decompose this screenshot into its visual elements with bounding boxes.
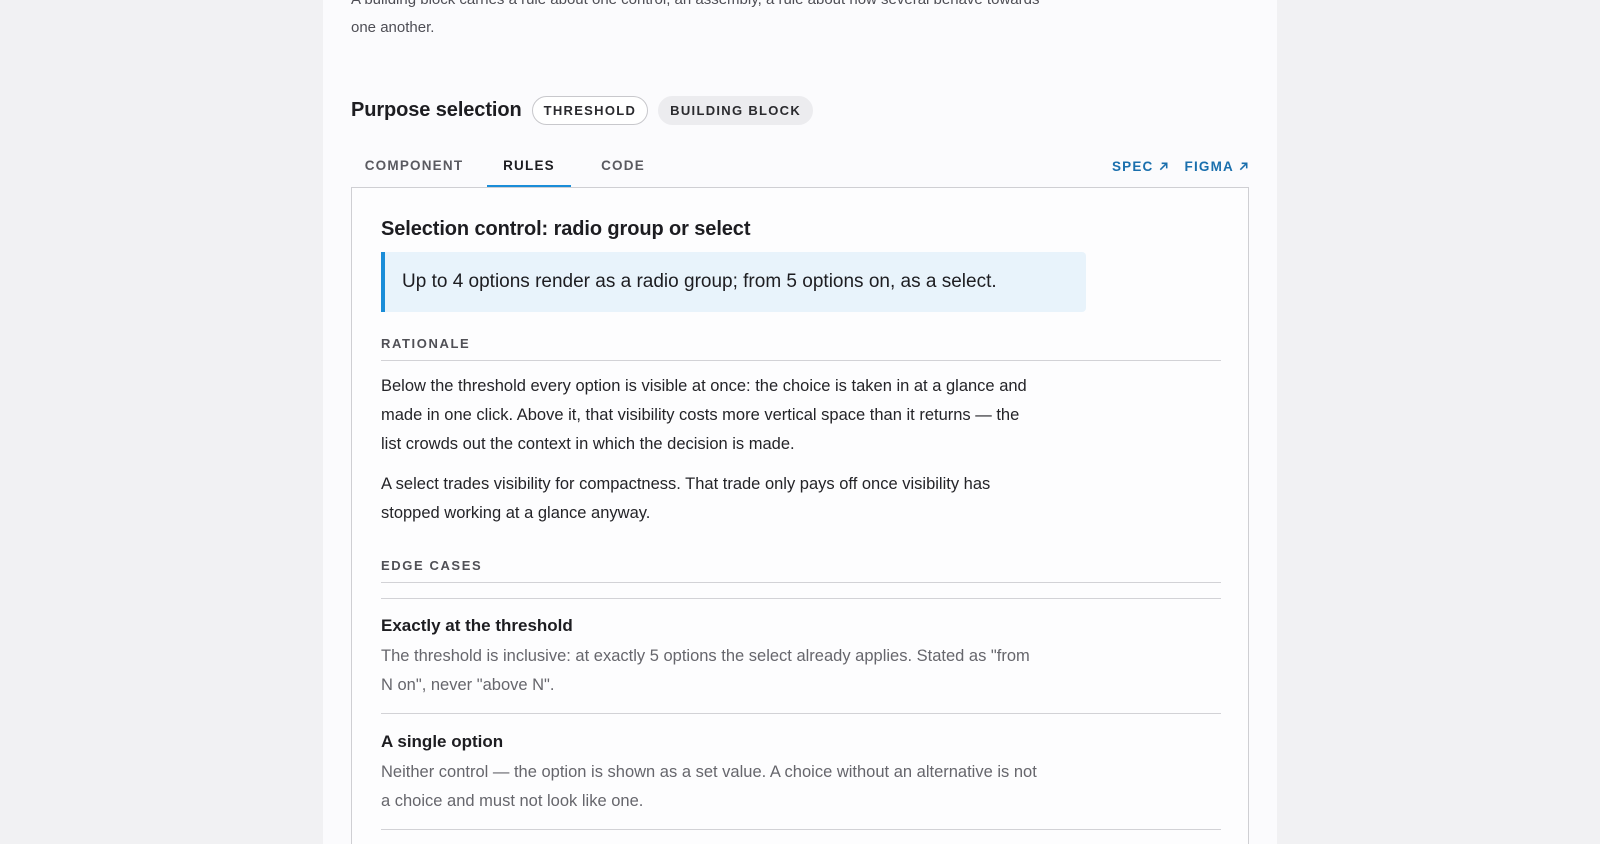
- intro-text: A building block carries a rule about on…: [351, 0, 1039, 36]
- rationale-paragraph-1: Below the threshold every option is visi…: [381, 377, 1027, 453]
- tag-building-block[interactable]: BUILDING BLOCK: [658, 95, 814, 125]
- tab-bar: COMPONENT RULES CODE SPEC FIGMA: [351, 150, 1249, 188]
- external-link-icon: [1159, 162, 1167, 170]
- rule-title: Selection control: radio group or select: [381, 218, 751, 240]
- rationale-heading: RATIONALE: [381, 336, 1221, 361]
- external-link-icon: [1239, 162, 1248, 170]
- divider: [381, 829, 1221, 830]
- tab-code[interactable]: CODE: [581, 150, 665, 188]
- edge-case-title: Exactly at the threshold: [381, 616, 573, 635]
- tab-component[interactable]: COMPONENT: [351, 150, 477, 188]
- figma-link[interactable]: FIGMA: [1185, 159, 1250, 174]
- spec-link[interactable]: SPEC: [1112, 159, 1169, 174]
- edge-case-title: A single option: [381, 732, 504, 751]
- edge-case-body: The threshold is inclusive: at exactly 5…: [381, 647, 1030, 694]
- rules-panel: Selection control: radio group or select…: [351, 187, 1249, 844]
- purpose-header: Purpose selection THRESHOLD BUILDING BLO…: [351, 94, 814, 126]
- divider: [381, 598, 1221, 599]
- rationale-paragraph-2: A select trades visibility for compactne…: [381, 475, 991, 522]
- tab-rules[interactable]: RULES: [487, 150, 571, 188]
- external-links: SPEC FIGMA: [1112, 150, 1249, 182]
- figma-link-label: FIGMA: [1184, 158, 1234, 174]
- divider: [381, 713, 1221, 714]
- edge-cases-heading: EDGE CASES: [381, 558, 1221, 583]
- rule-summary-callout: Up to 4 options render as a radio group;…: [381, 252, 1086, 312]
- edge-case-body: Neither control — the option is shown as…: [381, 763, 1037, 810]
- purpose-title: Purpose selection: [351, 98, 522, 121]
- content-page: A building block carries a rule about on…: [323, 0, 1277, 844]
- tag-threshold[interactable]: THRESHOLD: [531, 95, 649, 125]
- spec-link-label: SPEC: [1111, 158, 1154, 174]
